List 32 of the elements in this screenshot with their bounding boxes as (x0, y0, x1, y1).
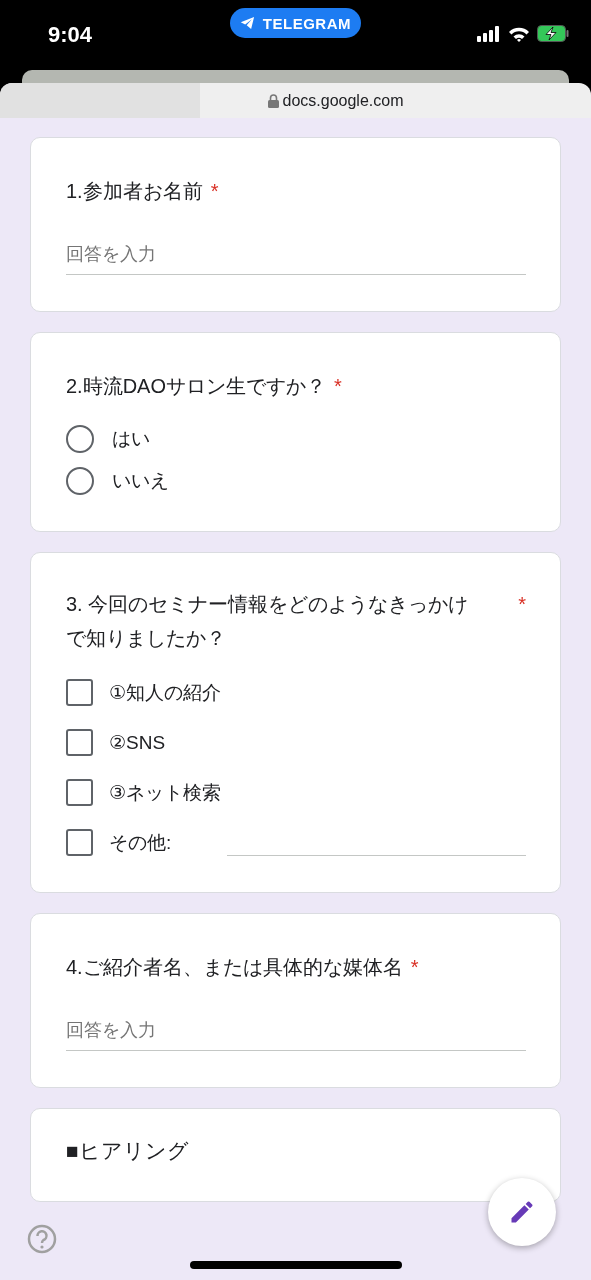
answer-field[interactable]: 回答を入力 (66, 1008, 526, 1051)
radio-button[interactable] (66, 467, 94, 495)
battery-icon (537, 25, 569, 42)
option-label: いいえ (112, 469, 169, 493)
question-title: 4.ご紹介者名、または具体的な媒体名 (66, 955, 403, 980)
answer-field[interactable]: 回答を入力 (66, 232, 526, 275)
checkbox[interactable] (66, 779, 93, 806)
checkbox[interactable] (66, 729, 93, 756)
app-pill[interactable]: TELEGRAM (230, 8, 361, 38)
option-label: その他: (109, 830, 172, 855)
question-title: 2.時流DAOサロン生ですか？ (66, 374, 327, 399)
checkbox[interactable] (66, 679, 93, 706)
signal-icon (477, 25, 501, 42)
option-label: はい (112, 427, 150, 451)
wifi-icon (508, 25, 530, 42)
required-mark: * (334, 374, 342, 399)
clock-time: 9:04 (48, 22, 93, 48)
checkbox[interactable] (66, 829, 93, 856)
required-mark: * (518, 592, 526, 617)
question-title: 1.参加者お名前 (66, 179, 203, 204)
lock-icon (267, 93, 279, 108)
address-bar[interactable]: docs.google.com (0, 83, 591, 118)
option-label: ①知人の紹介 (109, 680, 222, 705)
section-title: ■ヒアリング (66, 1138, 190, 1164)
required-mark: * (210, 179, 219, 204)
option-label: ②SNS (109, 731, 166, 754)
required-mark: * (410, 955, 419, 980)
question-title: 3. 今回のセミナー情報をどのようなきっかけで知りましたか？ (66, 592, 470, 651)
url-text: docs.google.com (282, 91, 404, 110)
radio-button[interactable] (66, 425, 94, 453)
option-label: ③ネット検索 (109, 780, 222, 805)
edit-button[interactable] (488, 1178, 556, 1246)
